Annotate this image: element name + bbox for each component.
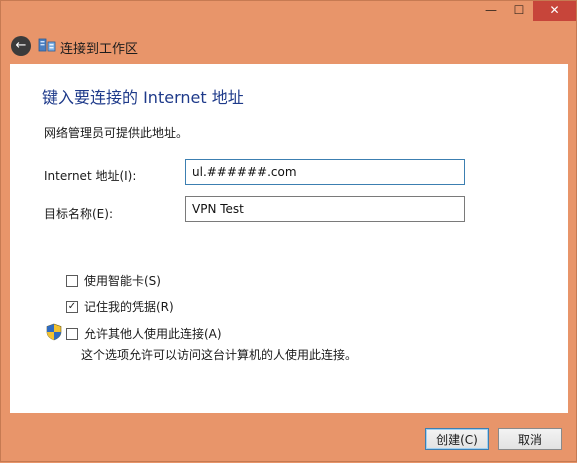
back-button[interactable]: ←: [11, 36, 31, 56]
page-heading: 键入要连接的 Internet 地址: [42, 88, 244, 107]
remember-credentials-option[interactable]: ✓ 记住我的凭据(R): [66, 298, 174, 315]
dialog-title: 连接到工作区: [60, 42, 139, 57]
uac-shield-icon: [46, 323, 62, 341]
remember-credentials-checkbox[interactable]: ✓: [66, 300, 78, 313]
network-workplace-icon: [38, 38, 56, 52]
allow-others-option[interactable]: 允许其他人使用此连接(A): [66, 325, 222, 342]
minimize-button[interactable]: —: [477, 1, 505, 21]
content-panel: 键入要连接的 Internet 地址 网络管理员可提供此地址。 Internet…: [10, 64, 568, 413]
destination-name-label: 目标名称(E):: [44, 207, 113, 221]
close-button[interactable]: ✕: [533, 1, 576, 21]
remember-credentials-label: 记住我的凭据(R): [84, 300, 174, 314]
destination-name-input[interactable]: [185, 196, 465, 222]
allow-others-note: 这个选项允许可以访问这台计算机的人使用此连接。: [81, 348, 358, 362]
smart-card-checkbox[interactable]: [66, 274, 78, 287]
back-arrow-icon: ←: [15, 38, 27, 53]
allow-others-checkbox[interactable]: [66, 327, 78, 340]
internet-address-label: Internet 地址(I):: [44, 169, 137, 183]
internet-address-input[interactable]: [185, 159, 465, 185]
allow-others-label: 允许其他人使用此连接(A): [84, 327, 222, 341]
dialog-window: — ☐ ✕ ← 连接到工作区 键入要连接的 Internet 地址 网络管理员可…: [0, 0, 577, 462]
smart-card-option[interactable]: 使用智能卡(S): [66, 272, 161, 289]
cancel-button[interactable]: 取消: [498, 428, 562, 450]
dialog-footer: 创建(C) 取消: [1, 413, 577, 463]
smart-card-label: 使用智能卡(S): [84, 274, 161, 288]
maximize-button[interactable]: ☐: [506, 1, 532, 21]
create-button[interactable]: 创建(C): [425, 428, 489, 450]
description-text: 网络管理员可提供此地址。: [44, 126, 189, 140]
